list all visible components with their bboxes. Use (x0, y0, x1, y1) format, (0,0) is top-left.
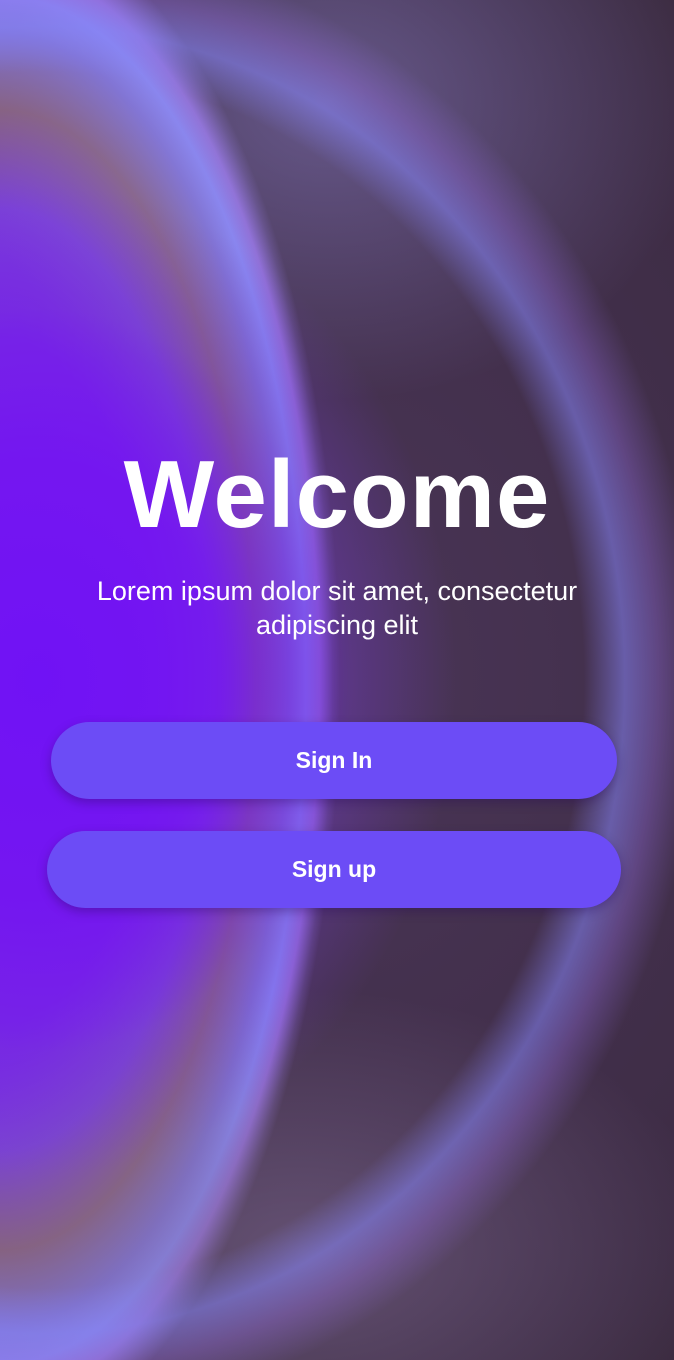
sign-in-button[interactable]: Sign In (51, 722, 617, 799)
sign-in-label: Sign In (295, 747, 373, 773)
background-glow (0, 0, 674, 1360)
sign-up-label: Sign up (291, 856, 377, 882)
sign-up-button[interactable]: Sign up (47, 831, 621, 908)
page-title: Welcome (123, 441, 551, 548)
page-subtitle: Lorem ipsum dolor sit amet, consectetur … (96, 576, 578, 640)
